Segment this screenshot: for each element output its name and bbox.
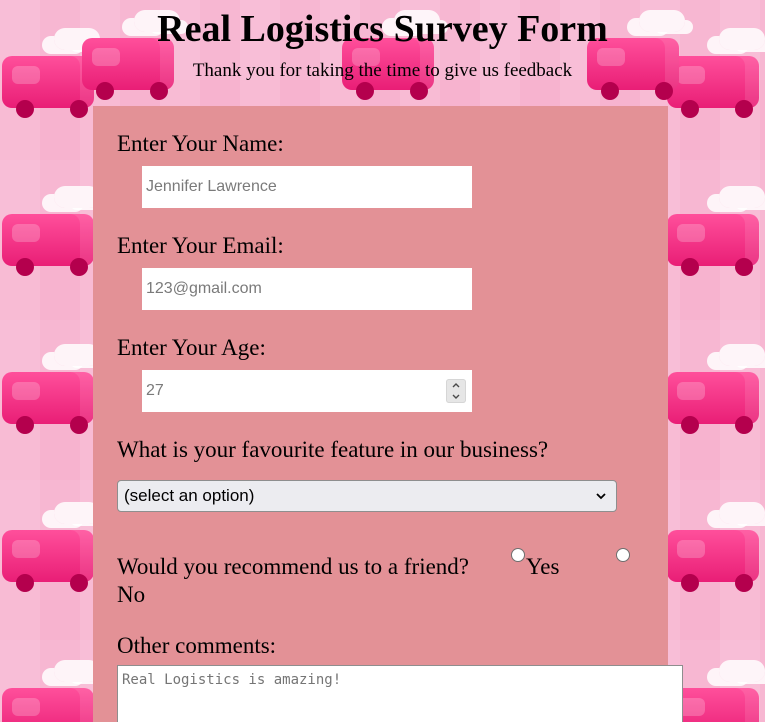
age-label: Enter Your Age: [117, 335, 266, 360]
age-stepper[interactable] [446, 379, 466, 403]
age-input[interactable] [142, 370, 472, 412]
delivery-van-icon [655, 334, 765, 439]
email-label: Enter Your Email: [117, 233, 284, 258]
delivery-van-icon [655, 176, 765, 281]
name-label: Enter Your Name: [117, 131, 284, 156]
chevron-down-icon [452, 394, 460, 399]
delivery-van-icon [655, 492, 765, 597]
chevron-down-icon [596, 493, 606, 500]
feature-select[interactable]: (select an option) [117, 480, 617, 512]
comments-textarea[interactable] [117, 665, 683, 722]
age-field [142, 370, 472, 412]
recommend-yes-label: Yes [526, 554, 560, 579]
recommend-no-radio[interactable] [616, 548, 630, 562]
name-input[interactable] [142, 166, 472, 208]
email-input[interactable] [142, 268, 472, 310]
recommend-no-label: No [117, 582, 146, 607]
feature-select-value: (select an option) [124, 486, 255, 505]
page-title: Real Logistics Survey Form [157, 8, 608, 50]
chevron-up-icon [452, 383, 460, 388]
recommend-question: Would you recommend us to a friend? [117, 554, 469, 579]
page-subtitle: Thank you for taking the time to give us… [192, 60, 573, 81]
comments-label: Other comments: [117, 633, 277, 658]
page-header: Real Logistics Survey Form Thank you for… [0, 0, 765, 82]
recommend-yes-radio[interactable] [511, 548, 525, 562]
survey-form-panel: Enter Your Name: Enter Your Email: Enter… [93, 106, 683, 722]
feature-label: What is your favourite feature in our bu… [117, 437, 549, 462]
